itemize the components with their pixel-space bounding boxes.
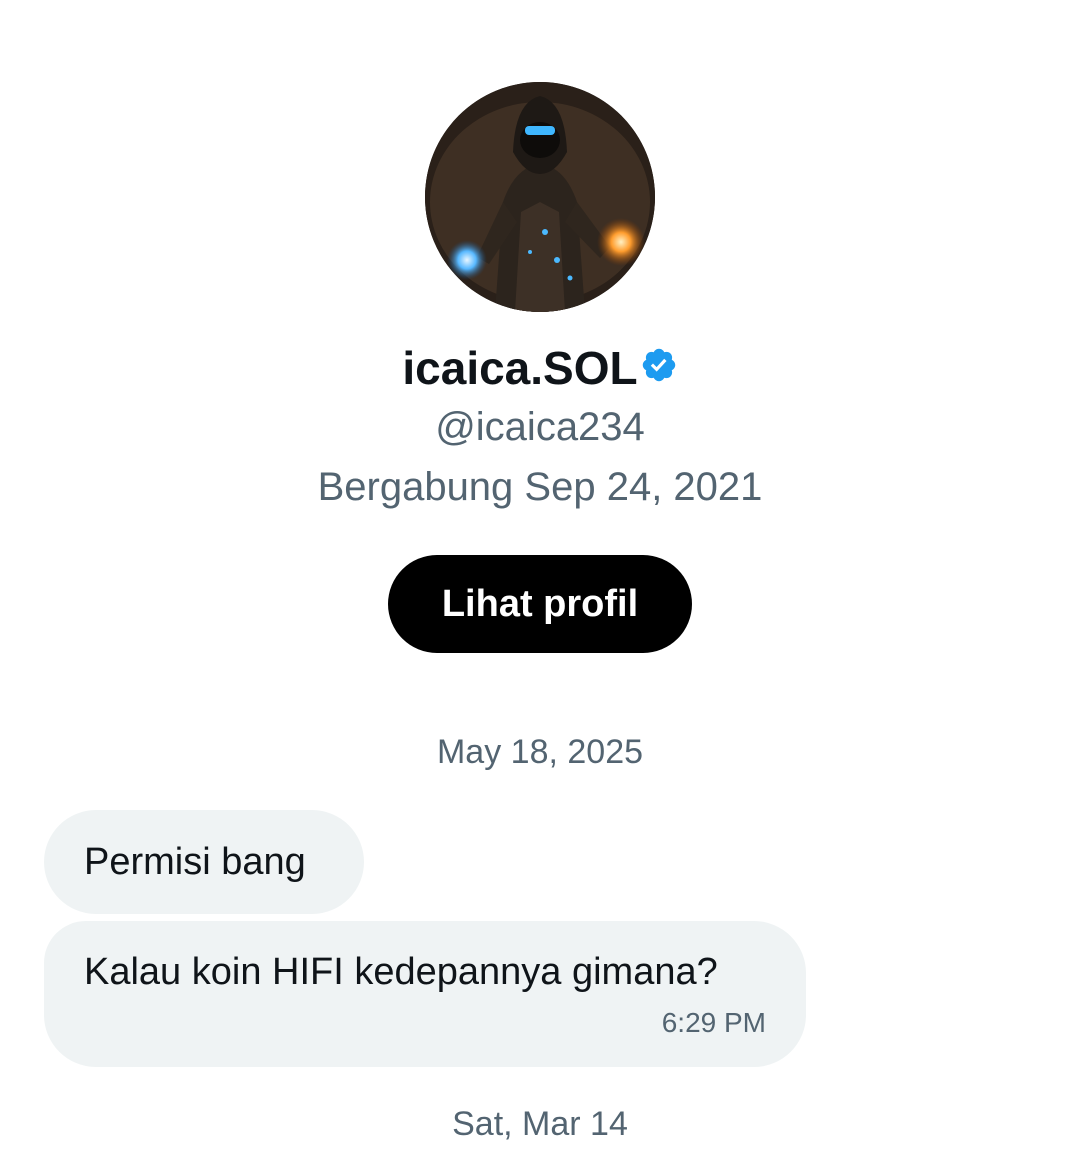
message-text: Kalau koin HIFI kedepannya gimana?: [84, 951, 718, 993]
join-date: Bergabung Sep 24, 2021: [317, 465, 763, 509]
display-name-row: icaica.SOL: [0, 336, 1080, 396]
date-separator: Sat, Mar 14: [452, 1105, 628, 1143]
message-bubble[interactable]: Permisi bang: [44, 810, 364, 914]
date-separator: May 18, 2025: [436, 733, 644, 771]
avatar-image: [425, 82, 655, 312]
view-profile-button[interactable]: Lihat profil: [388, 555, 692, 653]
message-text: Permisi bang: [84, 841, 306, 883]
message-bubble[interactable]: Kalau koin HIFI kedepannya gimana? 6:29 …: [44, 921, 806, 1067]
verified-badge-icon: [642, 348, 675, 382]
message-timestamp: 6:29 PM: [661, 1007, 766, 1038]
user-handle: @icaica234: [435, 405, 645, 449]
display-name: icaica.SOL: [402, 341, 638, 394]
avatar[interactable]: [425, 82, 655, 312]
